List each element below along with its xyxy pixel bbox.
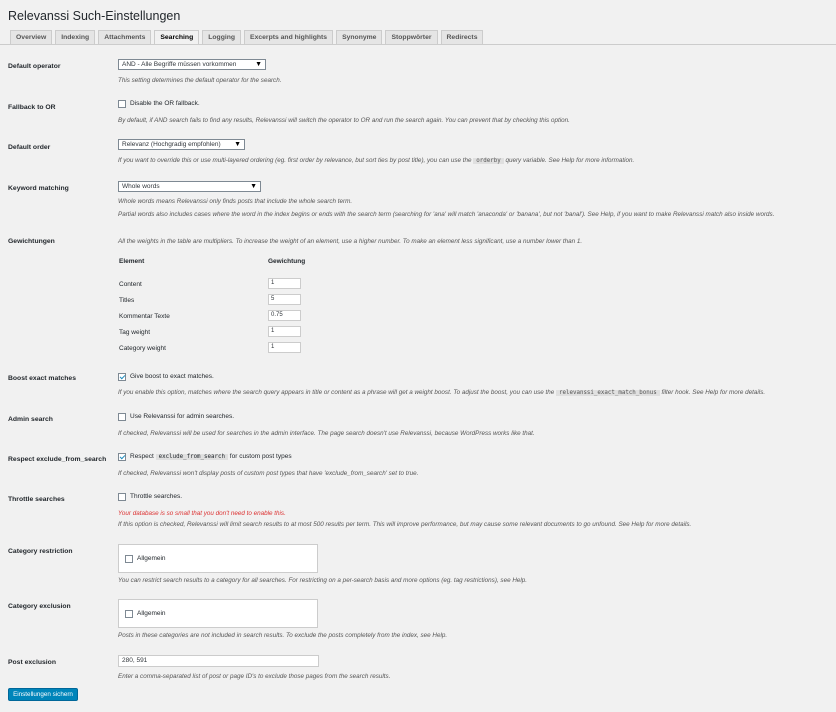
weight-row-label: Category weight (119, 345, 166, 352)
tab-excerpts[interactable]: Excerpts and highlights (244, 30, 334, 44)
default-operator-label: Default operator (8, 63, 61, 70)
category-restriction-desc: You can restrict search results to a cat… (118, 577, 528, 584)
throttle-checkbox-label: Throttle searches. (130, 493, 183, 500)
weight-tag-input[interactable]: 1 (268, 326, 301, 337)
exclude-from-search-code: exclude_from_search (155, 454, 228, 460)
throttle-checkbox[interactable] (118, 493, 126, 501)
weight-titles-input[interactable]: 5 (268, 294, 301, 305)
default-order-desc-after: query variable. See Help for more inform… (505, 157, 635, 164)
weight-row-label: Tag weight (119, 329, 151, 336)
save-settings-button[interactable]: Einstellungen sichern (8, 688, 78, 701)
category-exclusion-box: Allgemein (118, 599, 318, 628)
admin-search-desc: If checked, Relevanssi will be used for … (118, 430, 535, 437)
post-exclusion-input[interactable]: 280, 591 (118, 655, 319, 667)
default-order-label: Default order (8, 144, 51, 151)
category-exclusion-label: Category exclusion (8, 603, 71, 610)
default-operator-value: AND - Alle Begriffe müssen vorkommen (122, 61, 237, 68)
weight-comments-input[interactable]: 0.75 (268, 310, 301, 321)
keyword-matching-value: Whole words (122, 183, 160, 190)
keyword-matching-desc2: Partial words also includes cases where … (118, 211, 775, 218)
weight-row-label: Kommentar Texte (119, 313, 170, 320)
tab-indexing[interactable]: Indexing (55, 30, 96, 44)
tab-divider (0, 44, 836, 45)
category-restriction-label: Category restriction (8, 548, 73, 555)
boost-exact-checkbox[interactable] (118, 373, 126, 381)
tab-synonyms[interactable]: Synonyme (336, 30, 383, 44)
weights-desc: All the weights in the table are multipl… (118, 238, 583, 245)
keyword-matching-desc1: Whole words means Relevanssi only finds … (118, 198, 353, 205)
default-operator-select[interactable]: AND - Alle Begriffe müssen vorkommen ▼ (118, 59, 266, 70)
exclude-from-search-text-after: for custom post types (229, 453, 292, 460)
category-restriction-box: Allgemein (118, 544, 318, 573)
page-title: Relevanssi Such-Einstellungen (8, 9, 181, 23)
exact-match-hook-code: relevanssi_exact_match_bonus (556, 390, 660, 396)
throttle-desc: If this option is checked, Relevanssi wi… (118, 521, 692, 528)
fallback-desc: By default, if AND search fails to find … (118, 117, 570, 124)
category-restriction-option: Allgemein (137, 555, 166, 562)
default-operator-desc: This setting determines the default oper… (118, 77, 282, 84)
category-exclusion-option: Allgemein (137, 610, 166, 617)
exclude-from-search-checkbox[interactable] (118, 453, 126, 461)
weights-col-element: Element (119, 258, 145, 265)
orderby-code: orderby (473, 158, 504, 164)
keyword-matching-label: Keyword matching (8, 185, 69, 192)
boost-exact-label: Boost exact matches (8, 375, 76, 382)
fallback-label: Fallback to OR (8, 104, 56, 111)
default-order-select[interactable]: Relevanz (Hochgradig empfohlen) ▼ (118, 139, 245, 150)
triangle-down-icon: ▼ (255, 61, 262, 68)
throttle-label: Throttle searches (8, 496, 65, 503)
exclude-from-search-label: Respect exclude_from_search (8, 456, 107, 463)
exclude-from-search-desc: If checked, Relevanssi won't display pos… (118, 470, 419, 477)
tab-stopwords[interactable]: Stoppwörter (385, 30, 438, 44)
weight-content-input[interactable]: 1 (268, 278, 301, 289)
boost-exact-desc-text: If you enable this option, matches where… (118, 389, 555, 396)
weights-col-weight: Gewichtung (268, 258, 306, 265)
post-exclusion-label: Post exclusion (8, 659, 56, 666)
category-exclusion-desc: Posts in these categories are not includ… (118, 632, 448, 639)
tab-logging[interactable]: Logging (202, 30, 242, 44)
tab-bar: Overview Indexing Attachments Searching … (10, 30, 486, 45)
default-order-desc-text: If you want to override this or use mult… (118, 157, 472, 164)
weight-row-label: Content (119, 281, 142, 288)
category-restriction-checkbox[interactable] (125, 555, 133, 563)
admin-search-checkbox[interactable] (118, 413, 126, 421)
admin-search-label: Admin search (8, 416, 53, 423)
weight-category-input[interactable]: 1 (268, 342, 301, 353)
post-exclusion-desc: Enter a comma-separated list of post or … (118, 673, 391, 680)
fallback-checkbox-label: Disable the OR fallback. (130, 100, 200, 107)
category-exclusion-checkbox[interactable] (125, 610, 133, 618)
tab-redirects[interactable]: Redirects (440, 30, 484, 44)
admin-search-checkbox-label: Use Relevanssi for admin searches. (130, 413, 235, 420)
weight-row-label: Titles (119, 297, 135, 304)
tab-overview[interactable]: Overview (10, 30, 53, 44)
triangle-down-icon: ▼ (234, 141, 241, 148)
exclude-from-search-checkbox-label: Respect exclude_from_search for custom p… (130, 453, 292, 460)
triangle-down-icon: ▼ (250, 183, 257, 190)
fallback-checkbox[interactable] (118, 100, 126, 108)
boost-exact-desc: If you enable this option, matches where… (118, 389, 765, 396)
weights-label: Gewichtungen (8, 238, 55, 245)
boost-exact-checkbox-label: Give boost to exact matches. (130, 373, 214, 380)
default-order-desc: If you want to override this or use mult… (118, 157, 634, 164)
default-order-value: Relevanz (Hochgradig empfohlen) (122, 141, 221, 148)
throttle-warning: Your database is so small that you don't… (118, 510, 286, 517)
tab-attachments[interactable]: Attachments (98, 30, 152, 44)
boost-exact-desc-after: filter hook. See Help for more details. (661, 389, 766, 396)
exclude-from-search-text: Respect (130, 453, 154, 460)
tab-searching[interactable]: Searching (154, 30, 200, 45)
keyword-matching-select[interactable]: Whole words ▼ (118, 181, 261, 192)
